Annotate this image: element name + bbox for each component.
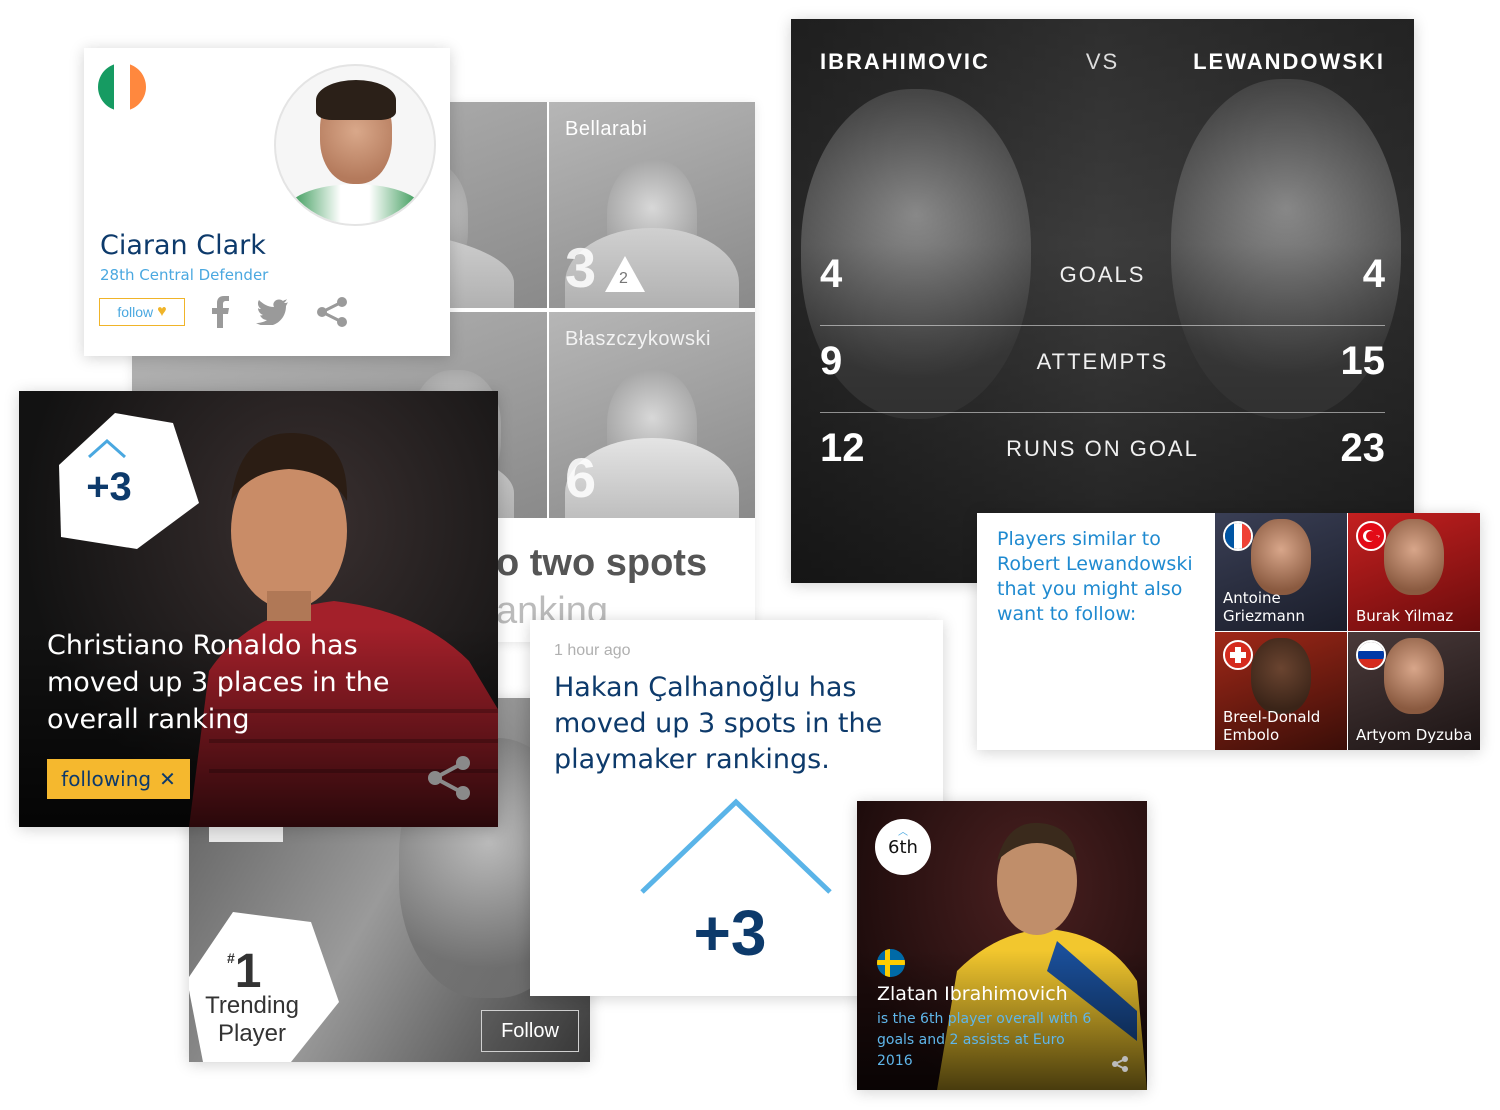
tile-rank-number: 3 (565, 236, 597, 299)
rank-up-triangle-icon: 2 (605, 256, 645, 292)
player-position: 28th Central Defender (100, 266, 269, 284)
stat-label: GOALS (1059, 262, 1146, 287)
tile-rank-number: 6 (565, 446, 597, 509)
trending-rank: #1 (227, 945, 262, 998)
similar-player-tile[interactable]: Breel-Donald Embolo (1215, 632, 1347, 750)
similar-player-name: Antoine Griezmann (1223, 589, 1305, 625)
player-comparison-card[interactable]: IBRAHIMOVIC VS LEWANDOWSKI 4 GOALS 4 9 A… (791, 19, 1414, 583)
player-name[interactable]: Zlatan Ibrahimovich (877, 983, 1068, 1005)
follow-button[interactable]: Follow (481, 1010, 579, 1052)
close-icon[interactable]: ✕ (159, 767, 176, 791)
right-stat-value: 23 (1340, 426, 1386, 470)
stat-row-goals: 4 GOALS 4 (820, 238, 1385, 325)
stat-row-runs-on-goal: 12 RUNS ON GOAL 23 (820, 412, 1385, 499)
russia-flag-icon (1356, 640, 1386, 670)
stat-label: RUNS ON GOAL (1006, 436, 1199, 461)
news-headline[interactable]: Hakan Çalhanoğlu has moved up 3 spots in… (554, 670, 934, 778)
rank-change-value: +3 (693, 897, 767, 969)
right-player-name[interactable]: LEWANDOWSKI (1193, 49, 1385, 75)
follow-button[interactable]: follow ♥ (99, 298, 185, 326)
right-stat-value: 15 (1340, 339, 1386, 383)
player-rank-card[interactable]: ︿ 6th Zlatan Ibrahimovich is the 6th pla… (857, 801, 1147, 1090)
player-summary: is the 6th player overall with 6 goals a… (877, 1011, 1092, 1069)
stat-row-attempts: 9 ATTEMPTS 15 (820, 325, 1385, 412)
ranking-headline[interactable]: Christiano Ronaldo has moved up 3 places… (47, 627, 427, 738)
chevron-up-icon: ︿ (898, 827, 908, 838)
similar-player-tile[interactable]: Burak Yilmaz (1348, 513, 1480, 631)
similar-players-card: Players similar to Robert Lewandowski th… (977, 513, 1480, 750)
ranking-move-card[interactable]: +3 Christiano Ronaldo has moved up 3 pla… (19, 391, 498, 827)
turkey-flag-icon (1356, 521, 1386, 551)
similar-player-name: Artyom Dyzuba (1356, 726, 1473, 744)
sweden-flag-icon (877, 949, 905, 977)
trending-label: Trending Player (205, 992, 299, 1047)
player-name[interactable]: Ciaran Clark (100, 230, 266, 261)
similar-player-name: Breel-Donald Embolo (1223, 708, 1321, 744)
timestamp: 1 hour ago (554, 642, 631, 659)
avatar (274, 64, 436, 226)
ranking-headline: o two spots (496, 542, 708, 584)
switzerland-flag-icon (1223, 640, 1253, 670)
following-button[interactable]: following ✕ (47, 759, 190, 799)
rank-change-value: +3 (86, 465, 132, 509)
ireland-flag-icon (98, 63, 146, 111)
twitter-icon[interactable] (254, 294, 290, 330)
facebook-icon[interactable] (202, 294, 238, 330)
share-icon[interactable] (314, 294, 350, 330)
heart-icon: ♥ (157, 303, 167, 320)
following-label: following (61, 767, 152, 791)
player-profile-card[interactable]: Ciaran Clark 28th Central Defender follo… (84, 48, 450, 356)
chevron-up-icon (640, 798, 832, 894)
similar-player-tile[interactable]: Antoine Griezmann (1215, 513, 1347, 631)
tile-player-name: Bellarabi (565, 118, 648, 140)
follow-label: follow (117, 304, 154, 320)
similar-players-intro: Players similar to Robert Lewandowski th… (997, 528, 1193, 625)
stat-label: ATTEMPTS (1036, 349, 1169, 374)
player-tile-bellarabi[interactable]: Bellarabi 3 2 (549, 102, 755, 308)
share-icon[interactable] (1111, 1055, 1129, 1073)
right-stat-value: 4 (1362, 252, 1385, 296)
rank-badge: ︿ 6th (875, 819, 931, 875)
similar-player-tile[interactable]: Artyom Dyzuba (1348, 632, 1480, 750)
player-tile-blaszczykowski[interactable]: Błaszczykowski 6 (549, 312, 755, 518)
tile-player-name: Błaszczykowski (565, 328, 711, 350)
france-flag-icon (1223, 521, 1253, 551)
similar-player-name: Burak Yilmaz (1356, 607, 1454, 625)
share-icon[interactable] (425, 755, 473, 801)
